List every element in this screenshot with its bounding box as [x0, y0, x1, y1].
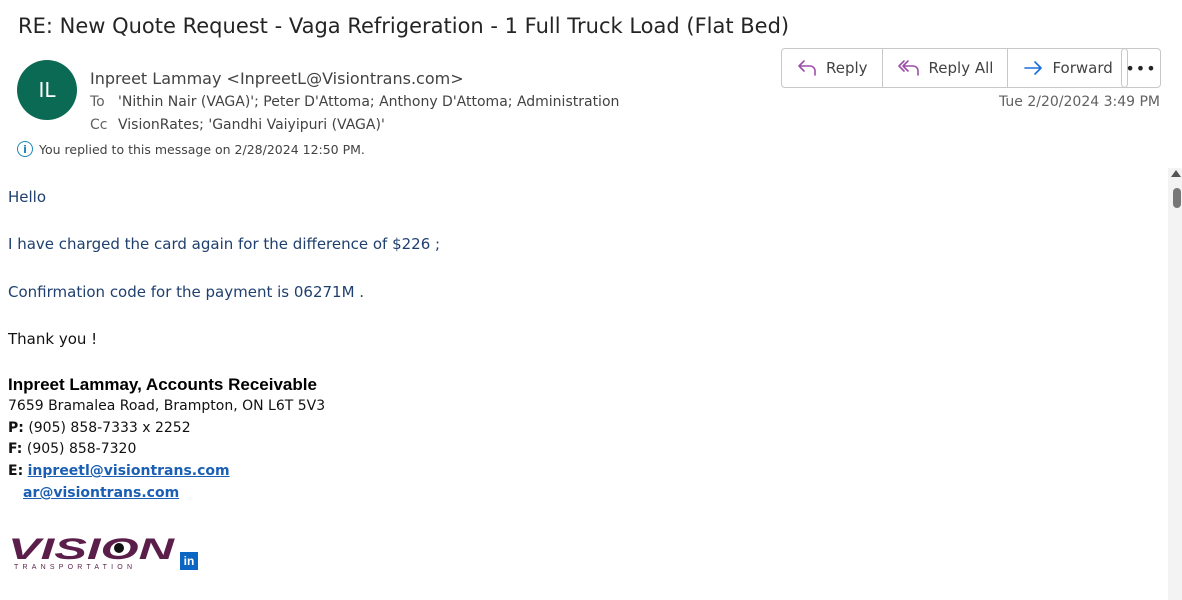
sent-date: Tue 2/20/2024 3:49 PM	[998, 94, 1160, 110]
email-subject: RE: New Quote Request - Vaga Refrigerati…	[18, 14, 790, 38]
body-line-charge: I have charged the card again for the di…	[8, 235, 441, 253]
to-recipients[interactable]: 'Nithin Nair (VAGA)'; Peter D'Attoma; An…	[118, 94, 619, 110]
phone-number: (905) 858-7333 x 2252	[28, 420, 191, 436]
email-label: E:	[8, 463, 24, 479]
body-thanks: Thank you !	[8, 330, 98, 348]
signature-name: Inpreet Lammay, Accounts Receivable	[8, 375, 317, 394]
scroll-up-arrow-icon[interactable]	[1171, 170, 1181, 177]
reply-info-text: You replied to this message on 2/28/2024…	[39, 141, 365, 157]
body-line-confirmation: Confirmation code for the payment is 062…	[8, 283, 365, 301]
fax-label: F:	[8, 441, 23, 457]
email-link-1[interactable]: inpreetl@visiontrans.com	[28, 463, 230, 479]
logo-subtext: TRANSPORTATION	[14, 564, 136, 571]
scrollbar-thumb[interactable]	[1173, 188, 1181, 208]
signature-address: 7659 Bramalea Road, Brampton, ON L6T 5V3	[8, 398, 326, 414]
message-actions: Reply Reply All Forward	[781, 48, 1128, 88]
reply-button[interactable]: Reply	[782, 49, 883, 87]
scrollbar-track[interactable]	[1168, 168, 1182, 600]
cc-recipients[interactable]: VisionRates; 'Gandhi Vaiyipuri (VAGA)'	[118, 117, 385, 133]
email-link-2[interactable]: ar@visiontrans.com	[23, 485, 179, 501]
reply-all-icon	[897, 60, 919, 76]
phone-label: P:	[8, 420, 24, 436]
forward-button[interactable]: Forward	[1008, 49, 1126, 87]
info-icon: i	[17, 141, 33, 157]
fax-number: (905) 858-7320	[26, 441, 137, 457]
forward-icon	[1024, 61, 1043, 75]
more-options-button[interactable]: •••	[1121, 48, 1161, 88]
signature-email-2: ar@visiontrans.com	[23, 485, 179, 501]
vision-logo-graphic: VISION TRANSPORTATION	[8, 533, 176, 571]
avatar[interactable]: IL	[17, 60, 77, 120]
reply-info-bar: i You replied to this message on 2/28/20…	[17, 141, 365, 157]
signature-email: E: inpreetl@visiontrans.com	[8, 463, 230, 479]
reply-all-label: Reply All	[928, 59, 994, 77]
linkedin-icon[interactable]: in	[180, 552, 198, 570]
cc-label: Cc	[90, 117, 108, 133]
sender-name[interactable]: Inpreet Lammay <InpreetL@Visiontrans.com…	[90, 69, 464, 88]
body-greeting: Hello	[8, 188, 47, 206]
forward-label: Forward	[1052, 59, 1113, 77]
more-icon: •••	[1125, 58, 1157, 78]
signature-phone: P: (905) 858-7333 x 2252	[8, 420, 191, 436]
reply-all-button[interactable]: Reply All	[883, 49, 1009, 87]
logo-text: VISION	[8, 535, 176, 566]
reply-icon	[798, 60, 816, 76]
to-label: To	[90, 94, 105, 110]
reply-label: Reply	[826, 59, 868, 77]
signature-fax: F: (905) 858-7320	[8, 441, 136, 457]
vision-logo: VISION TRANSPORTATION	[8, 533, 178, 575]
